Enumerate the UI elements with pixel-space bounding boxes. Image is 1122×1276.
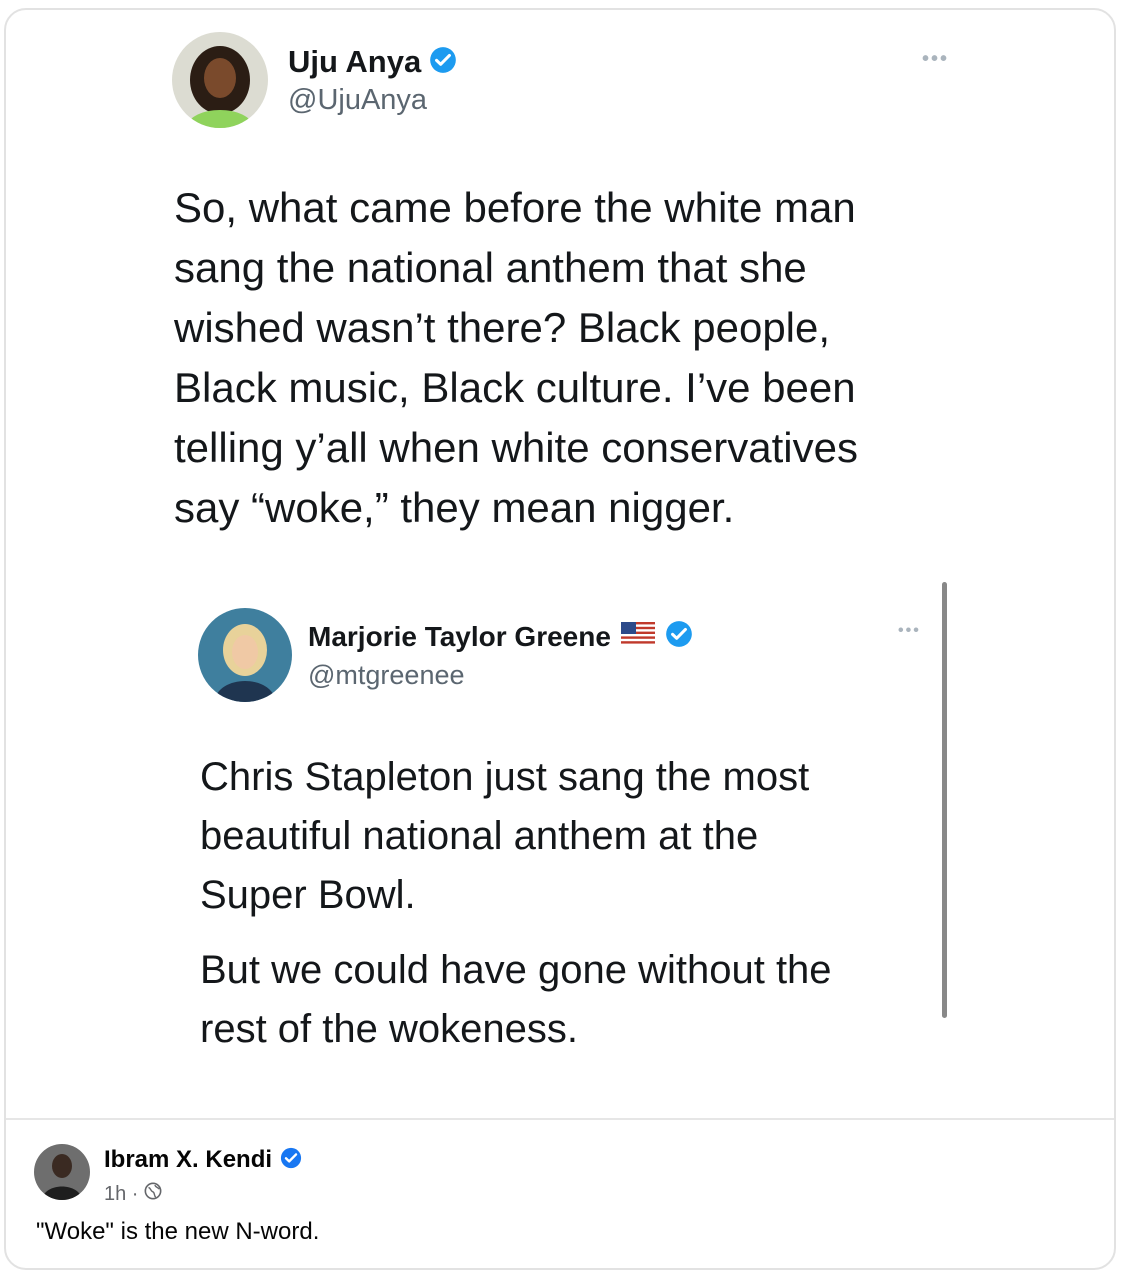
quoted-author-handle[interactable]: @mtgreenee [308, 660, 465, 691]
main-tweet-line: say “woke,” they mean nigger. [174, 484, 735, 531]
quoted-tweet-line: But we could have gone without the [200, 948, 832, 992]
tweet-screenshot-image[interactable]: Uju Anya @UjuAnya ••• So, what came befo… [6, 10, 1114, 1118]
scrollbar[interactable] [942, 582, 947, 1018]
mtg-avatar [198, 608, 292, 702]
quoted-author-name[interactable]: Marjorie Taylor Greene [308, 621, 611, 653]
post-timestamp[interactable]: 1h · [104, 1183, 138, 1206]
verified-badge-icon [665, 620, 693, 653]
main-author-line: Uju Anya [288, 44, 457, 80]
uju-anya-avatar [172, 32, 268, 128]
post-author-line: Ibram X. Kendi [104, 1146, 302, 1174]
main-tweet-line: So, what came before the white man [174, 184, 856, 231]
post-author-name[interactable]: Ibram X. Kendi [104, 1146, 272, 1174]
quoted-tweet-text: Chris Stapleton just sang the most beaut… [200, 748, 832, 1059]
us-flag-icon [620, 622, 655, 651]
quoted-tweet-line: beautiful national anthem at the [200, 814, 759, 858]
verified-badge-icon [429, 46, 457, 79]
quoted-author-line: Marjorie Taylor Greene [308, 620, 693, 653]
main-author-handle[interactable]: @UjuAnya [288, 84, 427, 117]
more-horizontal-icon[interactable]: ••• [898, 622, 921, 640]
quoted-tweet-line: Chris Stapleton just sang the most [200, 755, 810, 799]
ibram-kendi-avatar[interactable] [34, 1144, 90, 1200]
main-author-name[interactable]: Uju Anya [288, 44, 421, 80]
globe-icon[interactable] [144, 1182, 162, 1206]
divider [6, 1118, 1114, 1120]
more-horizontal-icon[interactable]: ••• [922, 48, 949, 71]
quoted-tweet-line: rest of the wokeness. [200, 1007, 578, 1051]
main-tweet-line: telling y’all when white conservatives [174, 424, 858, 471]
main-tweet-text: So, what came before the white man sang … [174, 178, 858, 538]
main-tweet-line: sang the national anthem that she [174, 244, 807, 291]
quoted-tweet-line: Super Bowl. [200, 873, 416, 917]
main-tweet-line: Black music, Black culture. I’ve been [174, 364, 856, 411]
verified-badge-icon [280, 1147, 302, 1174]
facebook-post-card: Uju Anya @UjuAnya ••• So, what came befo… [4, 8, 1116, 1270]
post-meta: 1h · [104, 1182, 162, 1206]
post-text: "Woke" is the new N-word. [36, 1218, 320, 1245]
main-tweet-line: wished wasn’t there? Black people, [174, 304, 831, 351]
